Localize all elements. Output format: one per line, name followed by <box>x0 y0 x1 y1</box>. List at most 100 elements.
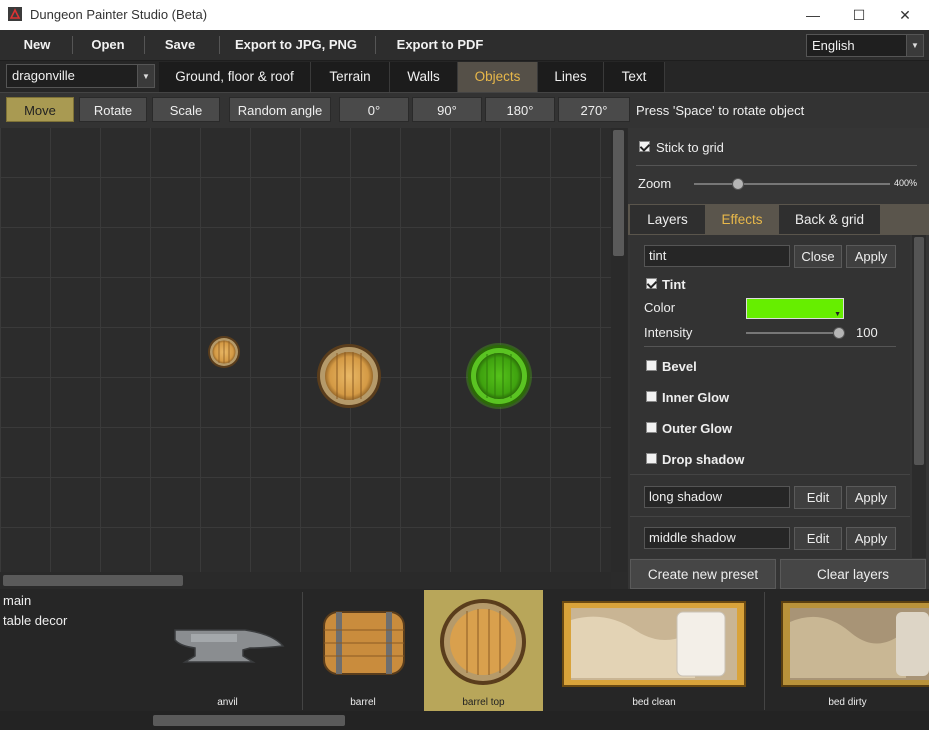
canvas-horizontal-scrollbar[interactable] <box>0 572 611 589</box>
apply-preset-button[interactable]: Apply <box>846 486 896 509</box>
intensity-slider[interactable] <box>746 332 842 334</box>
minimize-button[interactable]: — <box>790 0 836 30</box>
export-pdf-button[interactable]: Export to PDF <box>387 30 493 60</box>
angle-90-button[interactable]: 90° <box>412 97 482 122</box>
category-table-decor[interactable]: table decor <box>3 613 67 628</box>
map-select-value: dragonville <box>12 68 75 83</box>
outer-glow-label: Outer Glow <box>662 421 733 436</box>
divider <box>630 516 910 517</box>
zoom-slider-knob[interactable] <box>732 178 745 190</box>
drop-shadow-checkbox[interactable] <box>646 453 657 464</box>
apply-preset-button[interactable]: Apply <box>846 245 896 268</box>
preset-item-name[interactable]: middle shadow <box>644 527 790 549</box>
preset-name-input[interactable]: tint <box>644 245 790 267</box>
menu-separator <box>72 36 73 54</box>
barrel-top-tinted[interactable] <box>466 343 532 409</box>
inner-glow-checkbox[interactable] <box>646 391 657 402</box>
chevron-down-icon: ▼ <box>906 35 923 56</box>
rotate-hint: Press 'Space' to rotate object <box>636 103 805 118</box>
close-preset-button[interactable]: Close <box>794 245 842 268</box>
bed-clean-icon <box>562 601 746 687</box>
language-select[interactable]: English ▼ <box>806 34 924 57</box>
maximize-button[interactable]: ☐ <box>836 0 882 30</box>
barrel-top-large[interactable] <box>317 344 381 408</box>
edit-preset-button[interactable]: Edit <box>794 486 842 509</box>
preset-item-name[interactable]: long shadow <box>644 486 790 508</box>
zoom-value: 400% <box>894 178 918 188</box>
asset-barrel[interactable]: barrel <box>304 590 422 712</box>
zoom-slider[interactable] <box>694 183 890 185</box>
clear-layers-button[interactable]: Clear layers <box>780 559 926 589</box>
random-angle-button[interactable]: Random angle <box>229 97 331 122</box>
asset-label: barrel <box>350 697 376 708</box>
window-title: Dungeon Painter Studio (Beta) <box>30 7 208 22</box>
barrel-top-small[interactable] <box>208 336 240 368</box>
scrollbar-thumb[interactable] <box>3 575 183 586</box>
effects-list: tint Close Apply Tint Color ▼ Intensity … <box>630 235 910 558</box>
asset-label: bed clean <box>632 697 676 708</box>
bevel-checkbox[interactable] <box>646 360 657 371</box>
asset-anvil[interactable]: anvil <box>155 590 300 712</box>
tab-back-grid[interactable]: Back & grid <box>779 205 880 234</box>
language-value: English <box>812 38 855 53</box>
tab-layers[interactable]: Layers <box>630 205 705 234</box>
effects-scrollbar[interactable] <box>912 235 926 558</box>
divider <box>630 474 910 475</box>
save-button[interactable]: Save <box>154 30 206 60</box>
tint-checkbox[interactable] <box>646 278 657 289</box>
tab-ground[interactable]: Ground, floor & roof <box>159 62 311 92</box>
scrollbar-thumb[interactable] <box>613 130 624 256</box>
angle-270-button[interactable]: 270° <box>558 97 630 122</box>
bevel-label: Bevel <box>662 359 697 374</box>
intensity-value: 100 <box>856 325 878 340</box>
app-icon <box>8 7 22 21</box>
asset-label: bed dirty <box>828 697 867 708</box>
menu-bar: New Open Save Export to JPG, PNG Export … <box>0 30 929 61</box>
intensity-label: Intensity <box>644 325 693 340</box>
intensity-slider-knob[interactable] <box>833 327 845 339</box>
angle-180-button[interactable]: 180° <box>485 97 555 122</box>
tab-terrain[interactable]: Terrain <box>311 62 390 92</box>
tool-tabs-row: dragonville ▼ Ground, floor & roof Terra… <box>0 61 929 92</box>
tab-walls[interactable]: Walls <box>390 62 458 92</box>
scale-button[interactable]: Scale <box>152 97 220 122</box>
scrollbar-thumb[interactable] <box>914 237 924 465</box>
rotate-button[interactable]: Rotate <box>79 97 147 122</box>
category-main[interactable]: main <box>3 593 31 608</box>
asset-label: anvil <box>217 697 238 708</box>
zoom-label: Zoom <box>638 176 672 191</box>
map-select[interactable]: dragonville ▼ <box>6 64 155 88</box>
stick-to-grid-checkbox[interactable] <box>639 141 650 152</box>
apply-preset-button[interactable]: Apply <box>846 527 896 550</box>
open-button[interactable]: Open <box>82 30 134 60</box>
export-image-button[interactable]: Export to JPG, PNG <box>228 30 364 60</box>
tab-objects[interactable]: Objects <box>458 62 538 92</box>
bed-dirty-icon <box>781 601 929 687</box>
angle-0-button[interactable]: 0° <box>339 97 409 122</box>
edit-preset-button[interactable]: Edit <box>794 527 842 550</box>
create-preset-button[interactable]: Create new preset <box>630 559 776 589</box>
tab-lines[interactable]: Lines <box>538 62 604 92</box>
object-toolbar: Move Rotate Scale Random angle 0° 90° 18… <box>0 92 929 128</box>
outer-glow-checkbox[interactable] <box>646 422 657 433</box>
asset-library: main table decor anvil barrel barrel top… <box>0 589 929 730</box>
divider <box>764 592 765 710</box>
tab-text[interactable]: Text <box>604 62 665 92</box>
menu-separator <box>375 36 376 54</box>
asset-barrel-top[interactable]: barrel top <box>424 590 543 712</box>
map-canvas[interactable] <box>0 128 611 572</box>
new-button[interactable]: New <box>12 30 62 60</box>
barrel-icon <box>323 611 405 675</box>
asset-bed-clean[interactable]: bed clean <box>545 590 763 712</box>
close-window-button[interactable]: ✕ <box>882 0 928 30</box>
move-button[interactable]: Move <box>6 97 74 122</box>
library-scrollbar[interactable] <box>0 711 929 730</box>
tint-color-picker[interactable]: ▼ <box>746 298 844 319</box>
asset-bed-dirty[interactable]: bed dirty <box>766 590 929 712</box>
divider <box>644 346 896 347</box>
divider <box>302 592 303 710</box>
canvas-vertical-scrollbar[interactable] <box>611 128 627 572</box>
scrollbar-thumb[interactable] <box>153 715 345 726</box>
tab-effects[interactable]: Effects <box>705 205 779 234</box>
color-label: Color <box>644 300 676 315</box>
